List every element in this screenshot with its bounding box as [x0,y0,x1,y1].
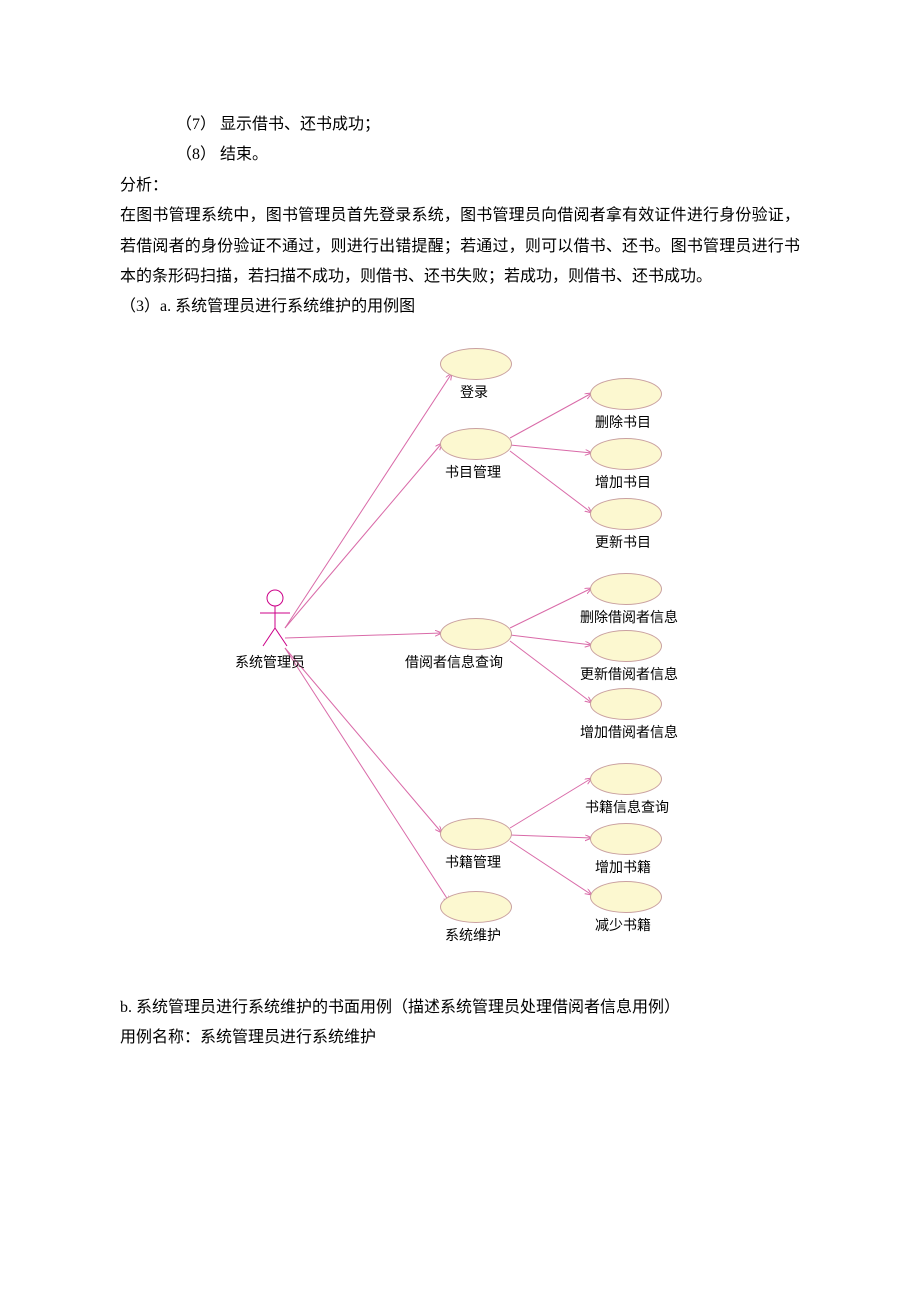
analysis-body: 在图书管理系统中，图书管理员首先登录系统，图书管理员向借阅者拿有效证件进行身份验… [120,201,800,292]
usecase-login [440,348,512,380]
label-update-catalog: 更新书目 [595,531,651,558]
section-3a-title: （3）a. 系统管理员进行系统维护的用例图 [120,292,800,322]
usecase-add-catalog [590,438,662,470]
step-8: （8） 结束。 [176,140,800,170]
label-add-book: 增加书籍 [595,856,651,883]
analysis-label: 分析： [120,171,800,201]
label-update-reader: 更新借阅者信息 [580,663,678,690]
usecase-catalog-mgmt [440,428,512,460]
label-delete-catalog: 删除书目 [595,411,651,438]
usecase-add-book [590,823,662,855]
label-login: 登录 [460,381,488,408]
label-add-catalog: 增加书目 [595,471,651,498]
usecase-delete-catalog [590,378,662,410]
label-reduce-book: 减少书籍 [595,914,651,941]
label-sys-maint: 系统维护 [445,924,501,951]
usecase-sys-maint [440,891,512,923]
usecase-reduce-book [590,881,662,913]
usecase-update-catalog [590,498,662,530]
usecase-delete-reader [590,573,662,605]
step-7: （7） 显示借书、还书成功； [176,110,800,140]
section-b: b. 系统管理员进行系统维护的书面用例（描述系统管理员处理借阅者信息用例） [120,993,800,1023]
label-reader-query: 借阅者信息查询 [405,651,503,678]
usecase-book-query [590,763,662,795]
actor-icon [255,588,295,659]
label-catalog-mgmt: 书目管理 [445,461,501,488]
usecase-book-mgmt [440,818,512,850]
actor-label: 系统管理员 [235,651,305,678]
label-book-query: 书籍信息查询 [585,796,669,823]
label-delete-reader: 删除借阅者信息 [580,606,678,633]
usecase-add-reader [590,688,662,720]
use-case-diagram: 系统管理员 登录 书目管理 借阅者信息查询 书籍管理 系统维护 删除书目 增加书… [180,333,860,973]
label-book-mgmt: 书籍管理 [445,851,501,878]
usecase-reader-query [440,618,512,650]
usecase-name-line: 用例名称：系统管理员进行系统维护 [120,1023,800,1053]
usecase-update-reader [590,630,662,662]
label-add-reader: 增加借阅者信息 [580,721,678,748]
